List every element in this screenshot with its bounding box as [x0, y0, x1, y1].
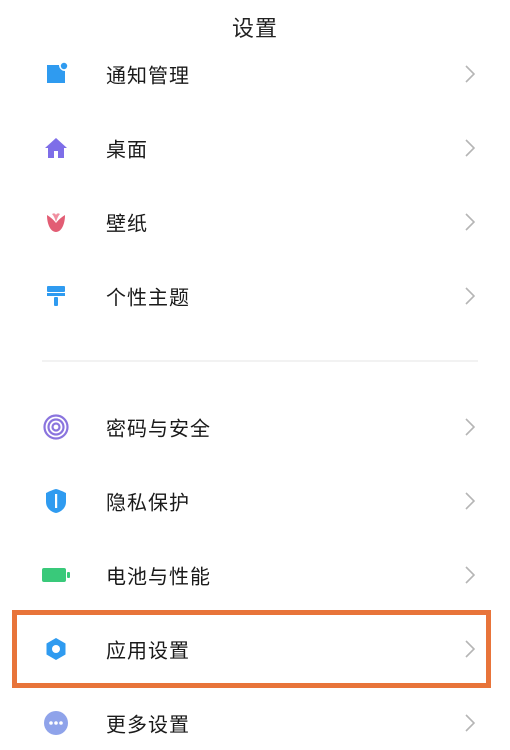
chevron-right-icon	[462, 489, 478, 513]
settings-item-app-settings[interactable]: 应用设置	[0, 619, 510, 679]
fingerprint-icon	[42, 413, 70, 441]
chevron-right-icon	[462, 637, 478, 661]
section-divider	[42, 360, 478, 362]
more-icon	[42, 709, 70, 737]
chevron-right-icon	[462, 563, 478, 587]
page-title: 设置	[231, 17, 278, 42]
settings-item-label: 电池与性能	[106, 564, 211, 589]
brush-icon	[42, 282, 70, 310]
settings-item-themes[interactable]: 个性主题	[0, 266, 510, 326]
battery-icon	[42, 561, 70, 589]
chevron-right-icon	[462, 415, 478, 439]
notification-icon	[42, 60, 70, 88]
settings-item-wallpaper[interactable]: 壁纸	[0, 192, 510, 252]
settings-item-label: 更多设置	[106, 712, 190, 737]
settings-item-label: 应用设置	[106, 638, 190, 663]
settings-item-label: 壁纸	[106, 211, 148, 236]
settings-item-label: 隐私保护	[106, 490, 190, 515]
title-bar: 设置	[0, 0, 510, 46]
tulip-icon	[42, 208, 70, 236]
gear-icon	[42, 635, 70, 663]
settings-item-more-settings[interactable]: 更多设置	[0, 693, 510, 750]
chevron-right-icon	[462, 284, 478, 308]
privacy-shield-icon	[42, 487, 70, 515]
chevron-right-icon	[462, 136, 478, 160]
settings-item-password-security[interactable]: 密码与安全	[0, 397, 510, 457]
settings-item-battery-performance[interactable]: 电池与性能	[0, 545, 510, 605]
settings-item-label: 通知管理	[106, 63, 190, 88]
chevron-right-icon	[462, 711, 478, 735]
settings-item-home-screen[interactable]: 桌面	[0, 118, 510, 178]
chevron-right-icon	[462, 210, 478, 234]
settings-item-label: 桌面	[106, 137, 148, 162]
settings-item-notifications[interactable]: 通知管理	[0, 44, 510, 104]
settings-item-label: 个性主题	[106, 285, 190, 310]
home-icon	[42, 134, 70, 162]
settings-item-label: 密码与安全	[106, 416, 211, 441]
chevron-right-icon	[462, 62, 478, 86]
settings-item-privacy[interactable]: 隐私保护	[0, 471, 510, 531]
